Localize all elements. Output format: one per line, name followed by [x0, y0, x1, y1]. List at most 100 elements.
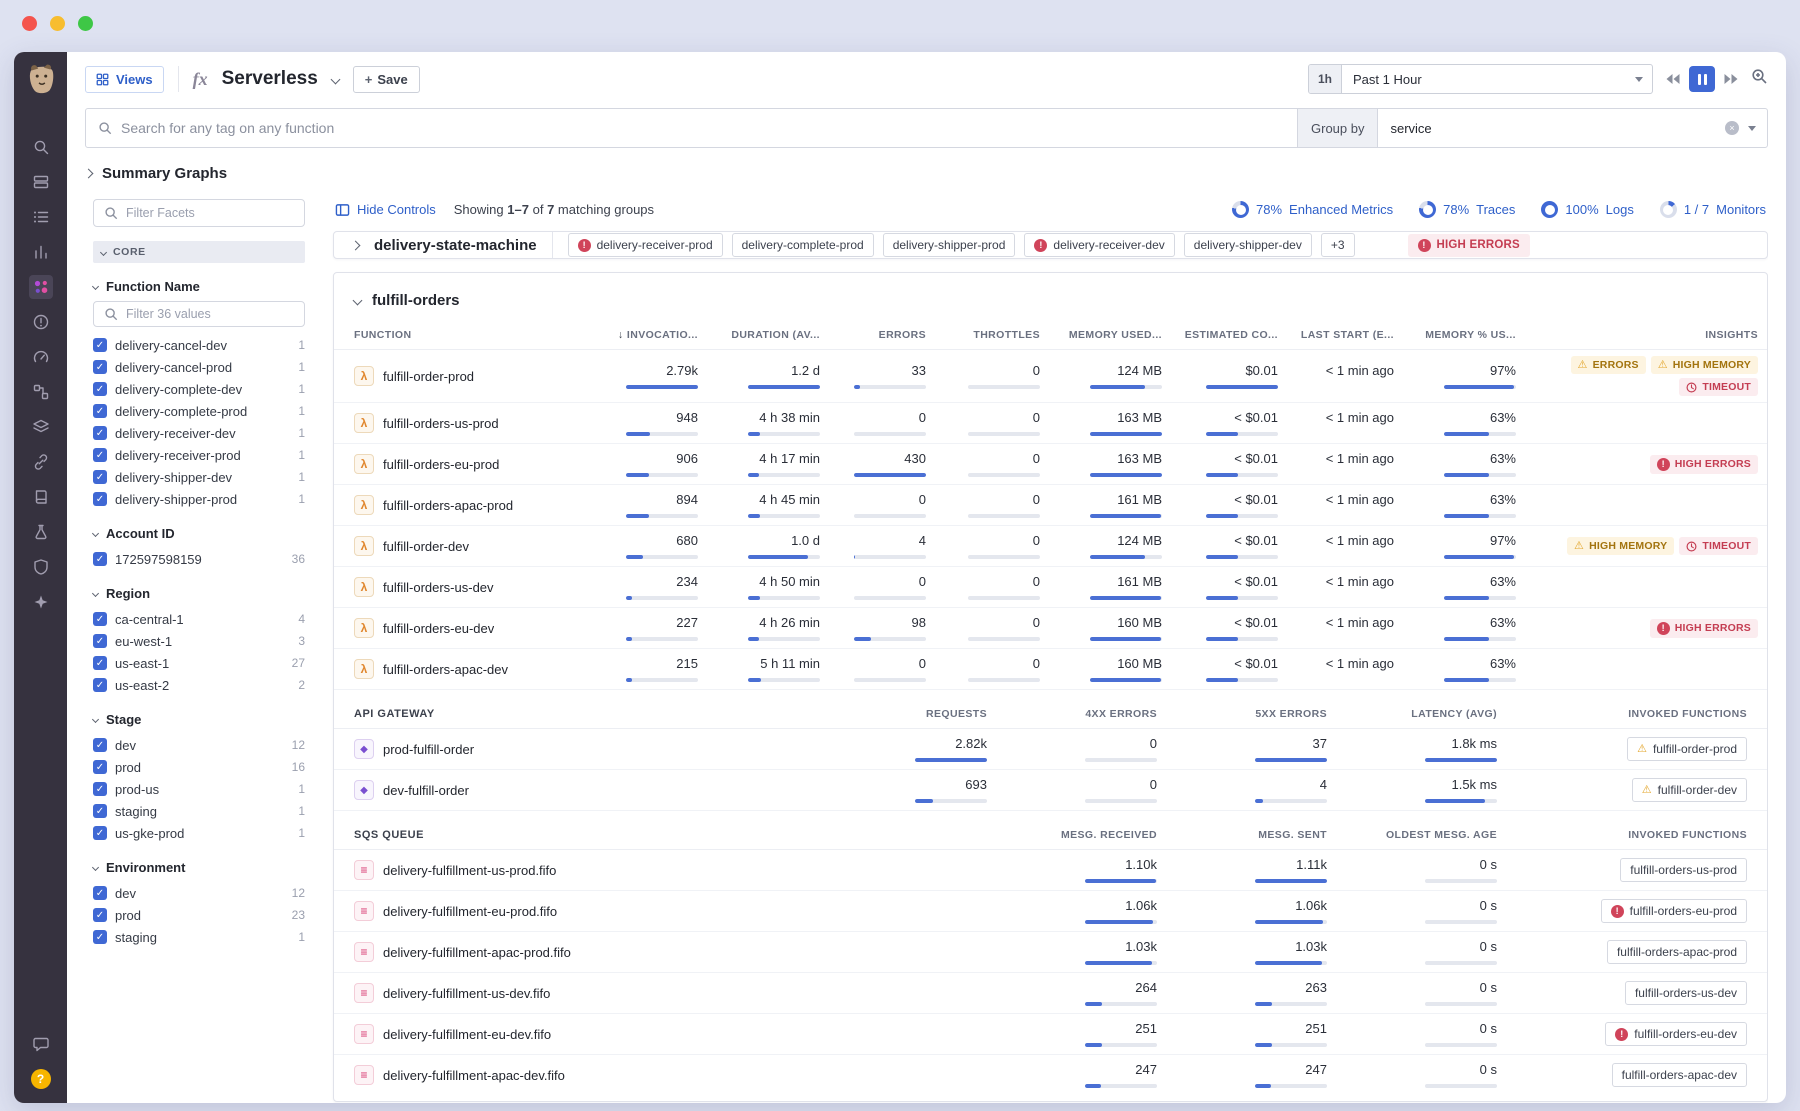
group-by-value[interactable]: service — [1378, 121, 1725, 136]
checkbox-checked[interactable]: ✓ — [93, 678, 107, 692]
queue-name[interactable]: delivery-fulfillment-apac-prod.fifo — [383, 945, 571, 960]
chat-bubble-icon[interactable] — [32, 1035, 50, 1053]
invoked-function-pill[interactable]: ⚠fulfill-order-dev — [1632, 778, 1747, 802]
fast-forward-icon[interactable] — [1723, 73, 1740, 85]
checkbox-checked[interactable]: ✓ — [93, 382, 107, 396]
stat-monitors[interactable]: 1 / 7Monitors — [1660, 201, 1766, 218]
facet-item[interactable]: ✓us-gke-prod1 — [93, 822, 305, 844]
invoked-function-pill[interactable]: ⚠fulfill-order-prod — [1627, 737, 1747, 761]
lambda-row[interactable]: λfulfill-orders-apac-dev 215 5 h 11 min … — [334, 649, 1767, 690]
checkbox-checked[interactable]: ✓ — [93, 760, 107, 774]
time-range-picker[interactable]: 1h Past 1 Hour — [1308, 64, 1653, 94]
sparkle-icon[interactable] — [32, 593, 50, 611]
maximize-button[interactable] — [78, 16, 93, 31]
group-by-control[interactable]: Group by service × — [1297, 109, 1767, 147]
invoked-function-pill[interactable]: fulfill-orders-us-dev — [1625, 981, 1747, 1005]
facet-item[interactable]: ✓eu-west-13 — [93, 630, 305, 652]
servers-icon[interactable] — [32, 173, 50, 191]
layers-icon[interactable] — [32, 418, 50, 436]
checkbox-checked[interactable]: ✓ — [93, 886, 107, 900]
function-name[interactable]: fulfill-order-dev — [383, 539, 469, 554]
facet-item[interactable]: ✓us-east-127 — [93, 652, 305, 674]
facet-item[interactable]: ✓17259759815936 — [93, 548, 305, 570]
queue-name[interactable]: delivery-fulfillment-apac-dev.fifo — [383, 1068, 565, 1083]
lambda-row[interactable]: λfulfill-order-prod 2.79k 1.2 d 33 0 124… — [334, 350, 1767, 403]
bar-chart-icon[interactable] — [32, 243, 50, 261]
book-icon[interactable] — [32, 488, 50, 506]
checkbox-checked[interactable]: ✓ — [93, 826, 107, 840]
group-name[interactable]: delivery-state-machine — [374, 237, 537, 254]
facet-item[interactable]: ✓dev12 — [93, 734, 305, 756]
facet-group-toggle[interactable]: Region — [93, 586, 305, 601]
minimize-button[interactable] — [50, 16, 65, 31]
col-mesg-sent[interactable]: MESG. SENT — [1167, 829, 1327, 841]
function-name[interactable]: fulfill-orders-eu-prod — [383, 457, 499, 472]
facet-item[interactable]: ✓delivery-complete-prod1 — [93, 400, 305, 422]
checkbox-checked[interactable]: ✓ — [93, 552, 107, 566]
col-memory-pct[interactable]: MEMORY % US... — [1404, 329, 1516, 341]
alert-circle-icon[interactable] — [32, 313, 50, 331]
queue-name[interactable]: delivery-fulfillment-eu-dev.fifo — [383, 1027, 551, 1042]
api-name[interactable]: prod-fulfill-order — [383, 742, 474, 757]
tag-pill[interactable]: delivery-complete-prod — [732, 233, 874, 257]
col-5xx-errors[interactable]: 5XX ERRORS — [1167, 708, 1327, 720]
col-estimated-cost[interactable]: ESTIMATED CO... — [1172, 329, 1278, 341]
tag-pill[interactable]: delivery-shipper-prod — [883, 233, 1016, 257]
invoked-function-pill[interactable]: fulfill-orders-us-prod — [1620, 858, 1747, 882]
tag-search[interactable] — [86, 109, 1297, 147]
checkbox-checked[interactable]: ✓ — [93, 470, 107, 484]
facet-item[interactable]: ✓delivery-complete-dev1 — [93, 378, 305, 400]
sqs-row[interactable]: ≡delivery-fulfillment-apac-prod.fifo 1.0… — [334, 932, 1767, 973]
checkbox-checked[interactable]: ✓ — [93, 360, 107, 374]
rewind-icon[interactable] — [1664, 73, 1681, 85]
invoked-function-pill[interactable]: fulfill-orders-apac-dev — [1612, 1063, 1747, 1087]
col-memory-used[interactable]: MEMORY USED... — [1050, 329, 1162, 341]
save-button[interactable]: + Save — [353, 66, 420, 93]
facet-value-filter-input[interactable] — [126, 307, 294, 321]
lambda-row[interactable]: λfulfill-orders-us-dev 234 4 h 50 min 0 … — [334, 567, 1767, 608]
checkbox-checked[interactable]: ✓ — [93, 338, 107, 352]
flow-icon[interactable] — [32, 383, 50, 401]
facet-item[interactable]: ✓us-east-22 — [93, 674, 305, 696]
search-input[interactable] — [121, 120, 1285, 136]
tag-pill[interactable]: !delivery-receiver-dev — [1024, 233, 1174, 257]
lambda-row[interactable]: λfulfill-orders-us-prod 948 4 h 38 min 0… — [334, 403, 1767, 444]
facet-item[interactable]: ✓delivery-shipper-prod1 — [93, 488, 305, 510]
function-name[interactable]: fulfill-orders-eu-dev — [383, 621, 494, 636]
high-memory-badge[interactable]: ⚠HIGH MEMORY — [1567, 537, 1674, 555]
function-name[interactable]: fulfill-order-prod — [383, 369, 474, 384]
sqs-row[interactable]: ≡delivery-fulfillment-eu-dev.fifo 251 25… — [334, 1014, 1767, 1055]
search-icon[interactable] — [32, 138, 50, 156]
link-icon[interactable] — [32, 453, 50, 471]
facet-item[interactable]: ✓delivery-cancel-prod1 — [93, 356, 305, 378]
col-errors[interactable]: ERRORS — [830, 329, 926, 341]
flask-icon[interactable] — [32, 523, 50, 541]
checkbox-checked[interactable]: ✓ — [93, 448, 107, 462]
checkbox-checked[interactable]: ✓ — [93, 804, 107, 818]
function-name[interactable]: fulfill-orders-apac-prod — [383, 498, 513, 513]
checkbox-checked[interactable]: ✓ — [93, 634, 107, 648]
facet-group-toggle[interactable]: Environment — [93, 860, 305, 875]
high-errors-badge[interactable]: !HIGH ERRORS — [1408, 234, 1530, 257]
checkbox-checked[interactable]: ✓ — [93, 782, 107, 796]
col-mesg-received[interactable]: MESG. RECEIVED — [997, 829, 1157, 841]
facet-item[interactable]: ✓delivery-receiver-prod1 — [93, 444, 305, 466]
api-gateway-row[interactable]: ◆prod-fulfill-order 2.82k 0 37 1.8k ms ⚠… — [334, 729, 1767, 770]
function-name[interactable]: fulfill-orders-apac-dev — [383, 662, 508, 677]
queue-name[interactable]: delivery-fulfillment-us-dev.fifo — [383, 986, 550, 1001]
zoom-icon[interactable] — [1751, 68, 1768, 90]
high-errors-badge[interactable]: !HIGH ERRORS — [1650, 619, 1758, 638]
function-name[interactable]: fulfill-orders-us-dev — [383, 580, 494, 595]
lambda-row[interactable]: λfulfill-orders-eu-prod 906 4 h 17 min 4… — [334, 444, 1767, 485]
facet-group-toggle[interactable]: Account ID — [93, 526, 305, 541]
high-memory-badge[interactable]: ⚠HIGH MEMORY — [1651, 356, 1758, 374]
checkbox-checked[interactable]: ✓ — [93, 492, 107, 506]
lambda-row[interactable]: λfulfill-orders-apac-prod 894 4 h 45 min… — [334, 485, 1767, 526]
col-4xx-errors[interactable]: 4XX ERRORS — [997, 708, 1157, 720]
timeout-badge[interactable]: TIMEOUT — [1679, 537, 1758, 555]
checkbox-checked[interactable]: ✓ — [93, 426, 107, 440]
checkbox-checked[interactable]: ✓ — [93, 612, 107, 626]
facet-item[interactable]: ✓staging1 — [93, 926, 305, 948]
col-duration[interactable]: DURATION (AV... — [708, 329, 820, 341]
facet-item[interactable]: ✓delivery-receiver-dev1 — [93, 422, 305, 444]
